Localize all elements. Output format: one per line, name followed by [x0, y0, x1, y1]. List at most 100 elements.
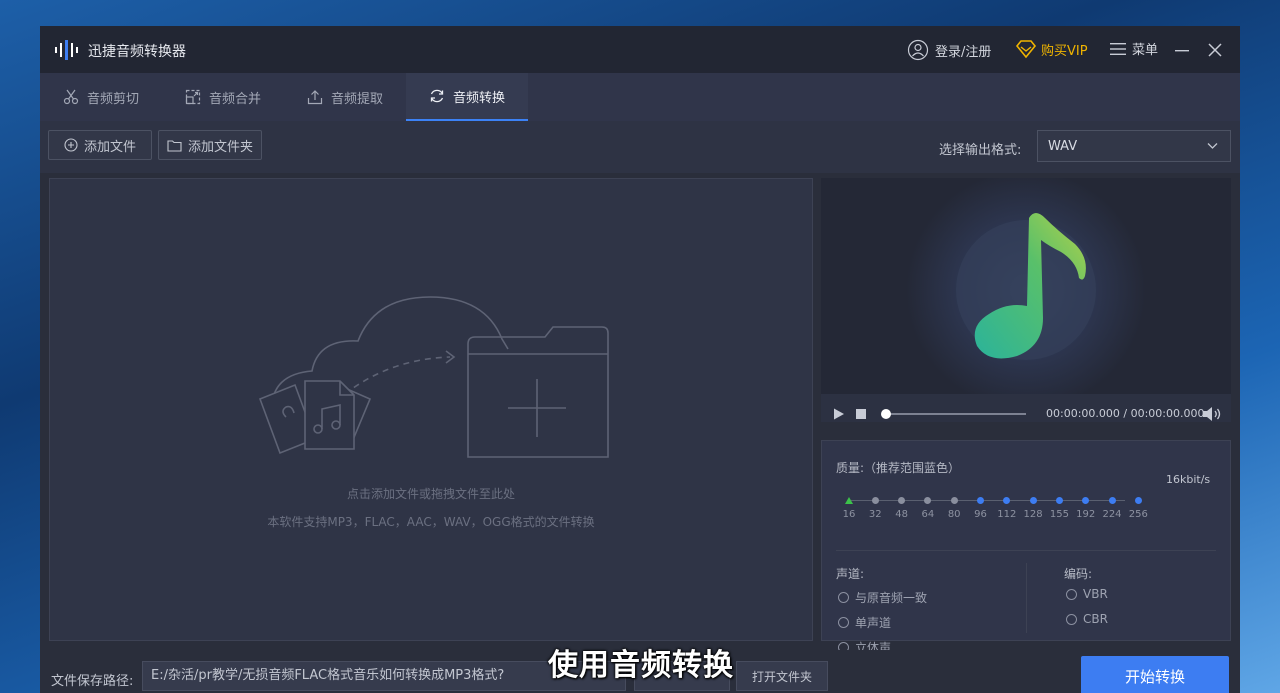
quality-point-label: 64 [921, 509, 935, 520]
conversion-settings-panel: 质量:（推荐范围蓝色） 16 32 48 64 80 96 112 128 155 192 224 2… [821, 440, 1231, 655]
divider [836, 550, 1216, 551]
play-icon[interactable] [833, 408, 845, 420]
login-button[interactable]: 登录/注册 [907, 39, 991, 61]
add-files-illustration-icon [258, 296, 609, 458]
menu-label: 菜单 [1132, 43, 1159, 58]
quality-point-label: 16 [842, 509, 856, 520]
encoding-option-label: VBR [1083, 587, 1108, 601]
encoding-option-vbr[interactable]: VBR [1066, 587, 1108, 601]
radio-icon [1066, 588, 1077, 600]
close-icon[interactable] [1207, 42, 1223, 58]
output-format-label: 选择输出格式: [939, 143, 1022, 158]
add-file-button[interactable]: 添加文件 [48, 130, 152, 160]
quality-label: 质量:（推荐范围蓝色） [836, 461, 961, 475]
audio-preview-panel: 00:00:00.000 / 00:00:00.000 [821, 178, 1231, 422]
radio-icon [1066, 613, 1077, 625]
tab-label: 音频提取 [330, 91, 383, 107]
supported-formats-hint: 本软件支持MP3，FLAC，AAC，WAV，OGG格式的文件转换 [267, 515, 595, 529]
encoding-label: 编码: [1064, 567, 1093, 581]
start-convert-button[interactable]: 开始转换 [1081, 656, 1229, 693]
plus-circle-icon [64, 138, 78, 152]
tab-label: 音频剪切 [86, 91, 139, 107]
add-file-label: 添加文件 [83, 139, 136, 155]
seek-handle[interactable] [881, 409, 891, 419]
quality-point[interactable] [1134, 497, 1142, 504]
quality-point-label: 224 [1102, 509, 1122, 520]
buy-vip-button[interactable]: 购买VIP [1015, 39, 1088, 59]
channel-label: 声道: [836, 567, 865, 581]
extract-icon [307, 90, 323, 105]
video-subtitle-overlay: 使用音频转换 [548, 648, 734, 683]
drop-hint: 点击添加文件或拖拽文件至此处 [346, 487, 515, 501]
channel-option-mono[interactable]: 单声道 [838, 614, 891, 631]
file-drop-zone[interactable]: 点击添加文件或拖拽文件至此处 本软件支持MP3，FLAC，AAC，WAV，OGG… [49, 178, 813, 641]
channel-option-label: 与原音频一致 [855, 591, 928, 605]
save-path-label: 文件保存路径: [51, 674, 134, 689]
vip-label: 购买VIP [1041, 43, 1088, 59]
folder-icon [167, 139, 182, 152]
quality-point[interactable] [924, 497, 932, 504]
time-readout: 00:00:00.000 / 00:00:00.000 [1046, 407, 1205, 420]
scissors-icon [63, 89, 79, 105]
user-icon [907, 39, 929, 61]
tab-audio-cut[interactable]: 音频剪切 [40, 73, 162, 121]
add-folder-button[interactable]: 添加文件夹 [158, 130, 262, 160]
open-folder-label: 打开文件夹 [751, 669, 812, 684]
quality-point-label: 48 [895, 509, 908, 520]
menu-button[interactable]: 菜单 [1110, 39, 1158, 58]
add-folder-label: 添加文件夹 [187, 139, 253, 155]
bitrate-readout: 16kbit/s [1166, 473, 1211, 486]
merge-icon [185, 89, 201, 105]
music-note-artwork-icon [821, 178, 1231, 394]
minimize-icon[interactable] [1174, 43, 1190, 57]
radio-icon [838, 592, 849, 603]
output-format-select[interactable]: WAV [1037, 130, 1231, 162]
start-convert-label: 开始转换 [1124, 667, 1185, 686]
tab-audio-extract[interactable]: 音频提取 [284, 73, 406, 121]
convert-icon [430, 89, 444, 103]
quality-point-label: 155 [1049, 509, 1069, 520]
diamond-icon [1015, 40, 1037, 59]
tab-audio-convert[interactable]: 音频转换 [406, 73, 528, 121]
login-label: 登录/注册 [935, 44, 992, 60]
tab-label: 音频合并 [208, 91, 261, 107]
divider [1026, 563, 1027, 633]
quality-point-label: 80 [947, 509, 961, 520]
channel-option-label: 单声道 [855, 616, 892, 630]
stop-icon[interactable] [856, 409, 866, 419]
encoding-option-cbr[interactable]: CBR [1066, 612, 1108, 626]
output-format-value: WAV [1048, 138, 1078, 154]
app-title: 迅捷音频转换器 [88, 44, 186, 60]
radio-icon [838, 617, 849, 628]
hamburger-icon [1110, 42, 1126, 55]
player-controls: 00:00:00.000 / 00:00:00.000 [821, 394, 1231, 422]
quality-point-label: 32 [868, 509, 882, 520]
app-logo-icon [55, 40, 78, 60]
seek-bar[interactable] [885, 413, 1026, 415]
title-bar: 迅捷音频转换器 登录/注册 购买VIP 菜单 [40, 26, 1240, 73]
quality-point[interactable] [845, 497, 853, 504]
quality-point[interactable] [1108, 497, 1116, 504]
quality-point-label: 128 [1023, 509, 1043, 520]
quality-point[interactable] [1082, 497, 1090, 504]
chevron-down-icon [1207, 143, 1218, 149]
tab-label: 音频转换 [452, 90, 505, 106]
quality-point-label: 112 [997, 509, 1017, 520]
quality-slider[interactable]: 16 32 48 64 80 96 112 128 155 192 224 256 [836, 479, 1148, 523]
quality-point[interactable] [1055, 497, 1063, 504]
quality-point[interactable] [1003, 497, 1011, 504]
quality-point-label: 256 [1128, 509, 1148, 520]
open-folder-button[interactable]: 打开文件夹 [736, 661, 828, 691]
quality-point[interactable] [871, 497, 879, 504]
volume-icon[interactable] [1202, 406, 1222, 422]
quality-point[interactable] [977, 497, 984, 504]
quality-point-label: 192 [1076, 509, 1096, 520]
channel-option-original[interactable]: 与原音频一致 [838, 589, 927, 606]
tab-bar: 音频剪切 音频合并 音频提取 音频转换 [40, 73, 1240, 121]
app-window: 迅捷音频转换器 登录/注册 购买VIP 菜单 音频剪切 音频合并 音频提取 音频… [40, 26, 1240, 693]
quality-point[interactable] [1029, 497, 1037, 504]
quality-point[interactable] [950, 497, 958, 504]
encoding-option-label: CBR [1083, 612, 1108, 626]
quality-point[interactable] [898, 497, 906, 504]
tab-audio-merge[interactable]: 音频合并 [162, 73, 284, 121]
